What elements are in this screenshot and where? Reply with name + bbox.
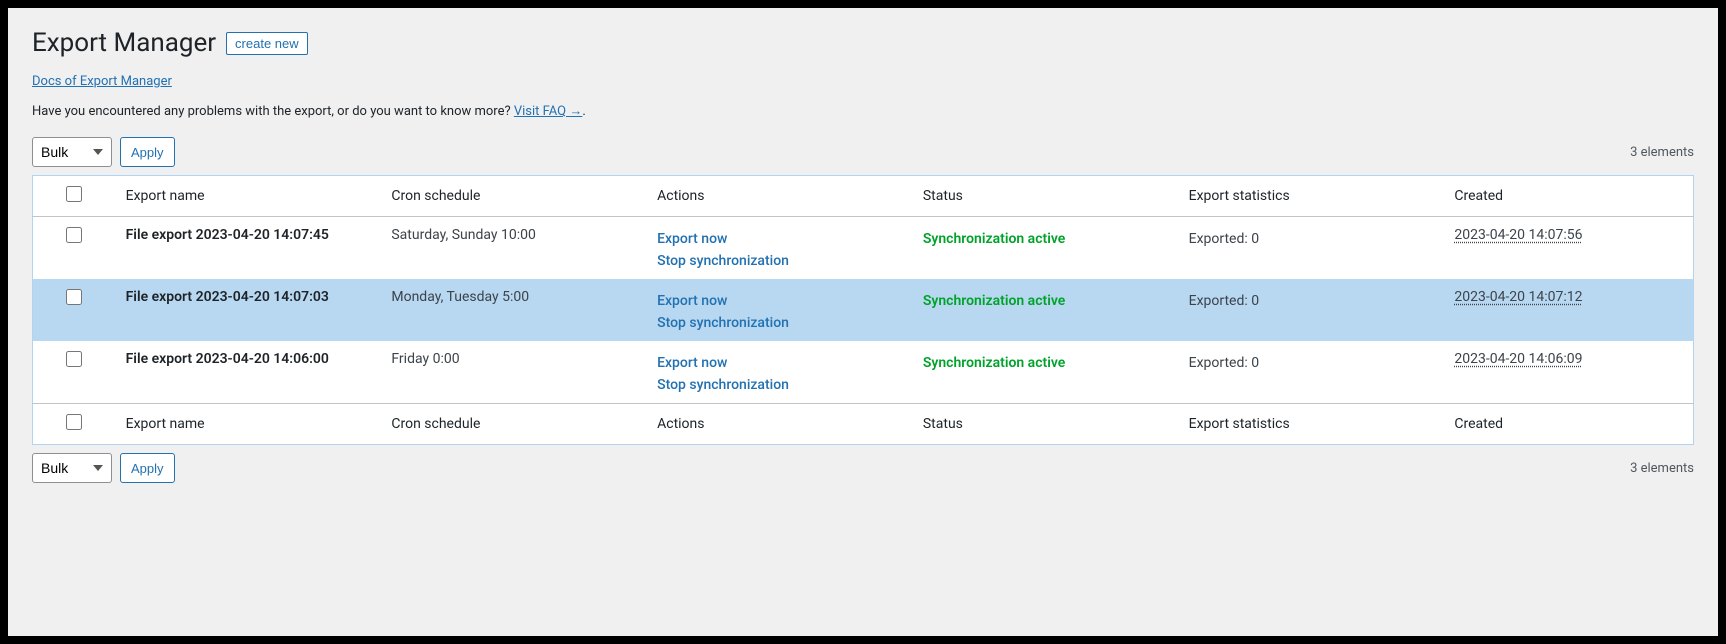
- footer-export-name: Export name: [116, 404, 382, 445]
- status-badge: Synchronization active: [923, 293, 1065, 309]
- row-checkbox[interactable]: [66, 351, 82, 367]
- footer-created: Created: [1444, 404, 1693, 445]
- export-stats: Exported: 0: [1189, 231, 1259, 247]
- table-row: File export 2023-04-20 14:06:00 Friday 0:…: [33, 341, 1694, 404]
- select-all-checkbox-bottom[interactable]: [66, 414, 82, 430]
- created-timestamp: 2023-04-20 14:06:09: [1454, 351, 1582, 367]
- table-row: File export 2023-04-20 14:07:45 Saturday,…: [33, 217, 1694, 280]
- docs-link[interactable]: Docs of Export Manager: [32, 74, 172, 89]
- faq-text: Have you encountered any problems with t…: [32, 103, 1694, 119]
- apply-button-top[interactable]: Apply: [120, 137, 175, 167]
- export-now-link[interactable]: Export now: [657, 231, 903, 247]
- create-new-button[interactable]: create new: [226, 32, 308, 55]
- header-cron: Cron schedule: [381, 176, 647, 217]
- bulk-action-select-bottom[interactable]: Bulk: [32, 453, 112, 483]
- page-title: Export Manager: [32, 28, 216, 58]
- stop-sync-link[interactable]: Stop synchronization: [657, 315, 903, 331]
- export-stats: Exported: 0: [1189, 355, 1259, 371]
- created-timestamp: 2023-04-20 14:07:56: [1454, 227, 1582, 243]
- footer-cron: Cron schedule: [381, 404, 647, 445]
- table-row: File export 2023-04-20 14:07:03 Monday, T…: [33, 279, 1694, 341]
- header-export-name[interactable]: Export name: [116, 176, 382, 217]
- apply-button-bottom[interactable]: Apply: [120, 453, 175, 483]
- exports-table: Export name Cron schedule Actions Status…: [32, 175, 1694, 445]
- header-actions: Actions: [647, 176, 913, 217]
- faq-suffix: .: [582, 104, 585, 119]
- select-all-checkbox-top[interactable]: [66, 186, 82, 202]
- export-stats: Exported: 0: [1189, 293, 1259, 309]
- element-count-bottom: 3 elements: [1630, 461, 1694, 476]
- export-name[interactable]: File export 2023-04-20 14:06:00: [126, 351, 329, 367]
- stop-sync-link[interactable]: Stop synchronization: [657, 253, 903, 269]
- stop-sync-link[interactable]: Stop synchronization: [657, 377, 903, 393]
- status-badge: Synchronization active: [923, 355, 1065, 371]
- faq-link[interactable]: Visit FAQ →: [514, 104, 582, 119]
- footer-status: Status: [913, 404, 1179, 445]
- cron-schedule: Saturday, Sunday 10:00: [381, 217, 647, 280]
- status-badge: Synchronization active: [923, 231, 1065, 247]
- cron-schedule: Friday 0:00: [381, 341, 647, 404]
- header-created: Created: [1444, 176, 1693, 217]
- element-count-top: 3 elements: [1630, 145, 1694, 160]
- export-name[interactable]: File export 2023-04-20 14:07:45: [126, 227, 329, 243]
- export-now-link[interactable]: Export now: [657, 293, 903, 309]
- row-checkbox[interactable]: [66, 289, 82, 305]
- footer-stats: Export statistics: [1179, 404, 1445, 445]
- bulk-action-select[interactable]: Bulk: [32, 137, 112, 167]
- header-stats: Export statistics: [1179, 176, 1445, 217]
- cron-schedule: Monday, Tuesday 5:00: [381, 279, 647, 341]
- row-checkbox[interactable]: [66, 227, 82, 243]
- export-name[interactable]: File export 2023-04-20 14:07:03: [126, 289, 329, 305]
- header-status: Status: [913, 176, 1179, 217]
- faq-prefix: Have you encountered any problems with t…: [32, 104, 514, 119]
- export-now-link[interactable]: Export now: [657, 355, 903, 371]
- created-timestamp: 2023-04-20 14:07:12: [1454, 289, 1582, 305]
- footer-actions: Actions: [647, 404, 913, 445]
